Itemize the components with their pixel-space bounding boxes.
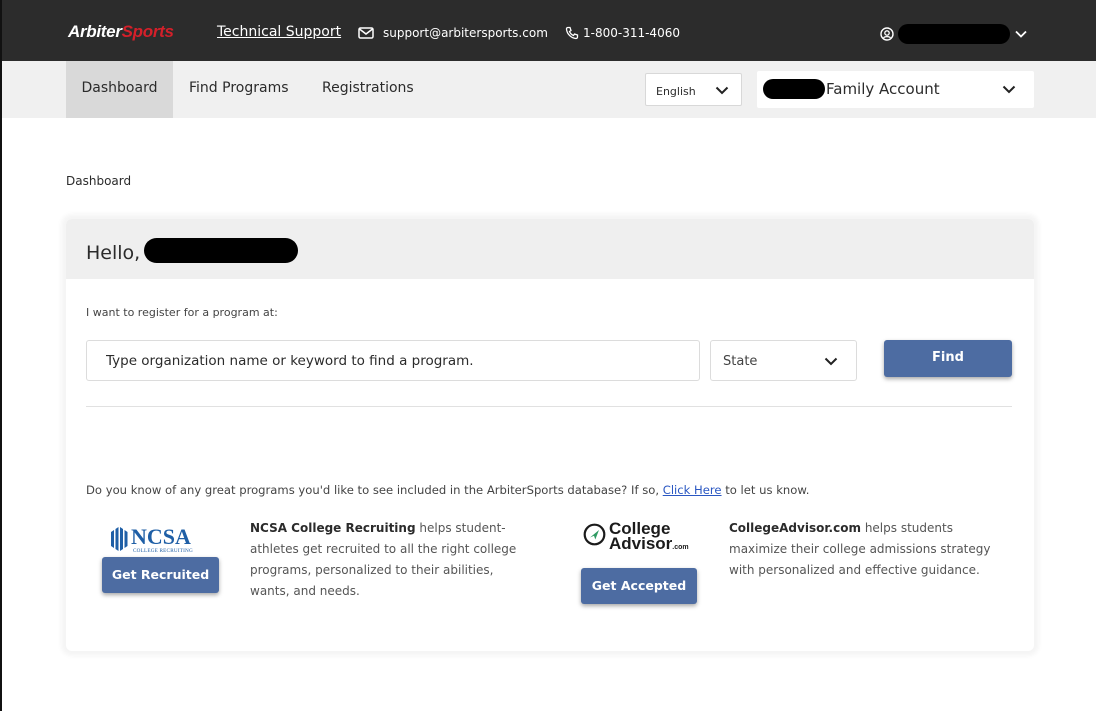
find-button[interactable]: Find [884, 340, 1012, 377]
divider [86, 406, 1012, 407]
ncsa-shield-icon [111, 527, 128, 551]
ncsa-title: NCSA College Recruiting [250, 521, 416, 535]
college-advisor-description: CollegeAdvisor.com helps students maximi… [729, 518, 997, 581]
card-header: Hello, [66, 219, 1034, 279]
chevron-down-icon[interactable] [1015, 30, 1027, 38]
chevron-down-icon [715, 86, 729, 95]
tab-label: Registrations [322, 80, 414, 96]
suggest-program-text: Do you know of any great programs you'd … [86, 483, 809, 497]
logo-text-arbiter: Arbiter [68, 22, 122, 41]
college-advisor-title: CollegeAdvisor.com [729, 521, 861, 535]
tab-label: Dashboard [81, 80, 158, 96]
chevron-down-icon [1002, 85, 1016, 94]
redacted-username [898, 24, 1010, 44]
top-bar: ArbiterSports Technical Support support@… [2, 0, 1096, 61]
user-circle-icon[interactable] [880, 27, 894, 41]
account-select[interactable]: Family Account [757, 71, 1034, 108]
account-label: Family Account [826, 80, 940, 98]
language-select[interactable]: English [645, 73, 742, 106]
greeting: Hello, [86, 242, 141, 264]
click-here-link[interactable]: Click Here [663, 483, 722, 497]
ncsa-description: NCSA College Recruiting helps student-at… [250, 518, 520, 602]
support-phone-link[interactable]: 1-800-311-4060 [583, 26, 680, 40]
state-value: State [723, 354, 758, 369]
language-value: English [656, 85, 696, 98]
ncsa-logo: NCSA COLLEGE RECRUITING [111, 526, 193, 554]
college-advisor-logo: College Advisor.com [609, 520, 689, 555]
technical-support-link[interactable]: Technical Support [217, 24, 341, 40]
logo-text-sports: Sports [121, 22, 174, 41]
envelope-icon [358, 27, 374, 39]
redacted-user-name [144, 238, 298, 263]
get-recruited-button[interactable]: Get Recruited [102, 557, 219, 593]
ca-logo-suffix: .com [672, 544, 689, 551]
redacted-family-name [763, 79, 825, 99]
get-accepted-button[interactable]: Get Accepted [581, 568, 697, 604]
program-search-input[interactable] [86, 340, 700, 381]
tab-find-programs[interactable]: Find Programs [189, 61, 289, 118]
compass-arrow-icon [583, 523, 606, 546]
suggest-tail: to let us know. [725, 483, 810, 497]
arbitersports-logo[interactable]: ArbiterSports [68, 22, 174, 42]
dashboard-card: Hello, I want to register for a program … [66, 219, 1034, 651]
tab-dashboard[interactable]: Dashboard [66, 61, 173, 118]
register-label: I want to register for a program at: [86, 306, 278, 319]
ncsa-logo-subtext: COLLEGE RECRUITING [133, 548, 193, 554]
suggest-text: Do you know of any great programs you'd … [86, 483, 660, 497]
support-email-link[interactable]: support@arbitersports.com [383, 26, 548, 40]
phone-icon [565, 26, 579, 40]
ncsa-logo-text: NCSA [131, 526, 191, 549]
state-select[interactable]: State [710, 340, 857, 381]
tab-label: Find Programs [189, 80, 289, 96]
chevron-down-icon [824, 357, 838, 366]
ca-logo-line2: Advisor [609, 534, 673, 553]
main-nav: Dashboard Find Programs Registrations En… [2, 61, 1096, 118]
tab-registrations[interactable]: Registrations [322, 61, 414, 118]
breadcrumb: Dashboard [66, 174, 132, 188]
